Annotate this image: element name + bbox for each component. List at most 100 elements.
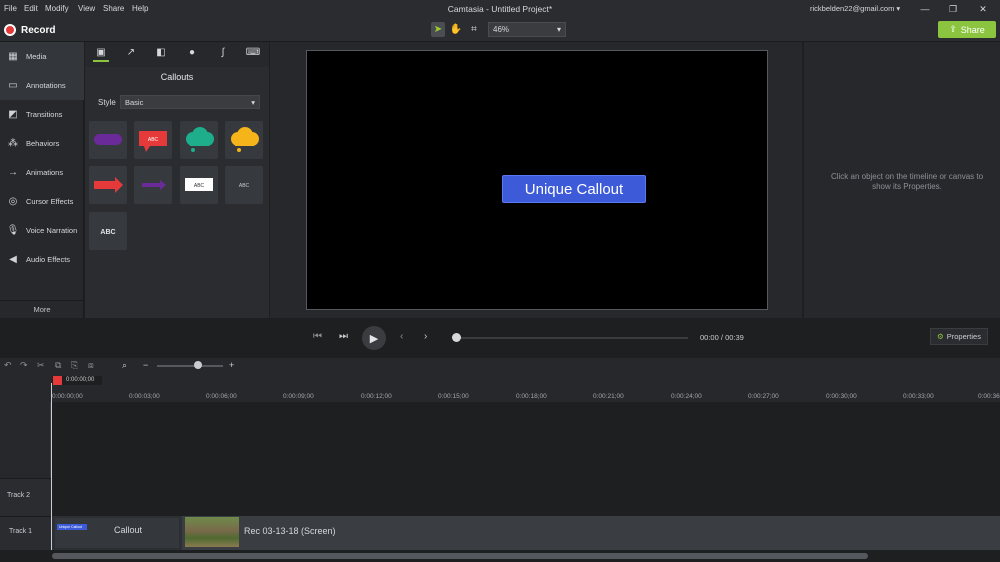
split-icon[interactable]: ⧈: [88, 360, 94, 371]
sidebar-item-annotations[interactable]: ▭ Annotations: [0, 71, 84, 100]
record-label: Record: [21, 24, 56, 36]
screen-clip-label: Rec 03-13-18 (Screen): [244, 526, 336, 536]
timeline-scrollbar-thumb[interactable]: [52, 553, 868, 559]
timeline-zoom-knob[interactable]: [194, 361, 202, 369]
callout-thumb-yellow-cloud[interactable]: [225, 121, 263, 159]
magnifier-icon[interactable]: ⌕: [122, 360, 127, 371]
callout-thumb-green-cloud[interactable]: [180, 121, 218, 159]
ruler-tick: 0:00:18;00: [516, 393, 547, 400]
chevron-down-icon: ▾: [896, 4, 901, 13]
callout-thumb-purple-arrow[interactable]: [134, 166, 172, 204]
menu-share[interactable]: Share: [103, 4, 124, 13]
redo-icon[interactable]: ↷: [20, 360, 28, 371]
red-arrow-callout-icon: [94, 177, 123, 193]
callout-thumb-bold-text[interactable]: ABC: [89, 212, 127, 250]
scrub-handle[interactable]: [452, 333, 461, 342]
sidebar-item-label: Annotations: [26, 81, 66, 90]
undo-icon[interactable]: ↶: [4, 360, 12, 371]
chevron-down-icon: ▾: [556, 25, 561, 34]
behaviors-icon: ⁂: [8, 138, 18, 149]
callout-thumb-white-box[interactable]: ABC: [180, 166, 218, 204]
playhead-handle[interactable]: [53, 376, 62, 385]
ruler-tick: 0:00:33;00: [903, 393, 934, 400]
play-icon: ▶: [369, 332, 379, 345]
cut-icon[interactable]: ✂: [37, 360, 45, 371]
sidebar-item-label: Voice Narration: [26, 226, 78, 235]
step-back-icon[interactable]: ⏮: [313, 331, 322, 342]
crop-icon[interactable]: ⌗: [467, 22, 481, 37]
track-1-header[interactable]: Track 1: [0, 516, 51, 550]
close-button[interactable]: ✕: [976, 3, 990, 15]
canvas-zoom-select[interactable]: 46% ▾: [488, 22, 566, 37]
window-title: Camtasia - Untitled Project*: [447, 4, 553, 14]
cursor-effect-icon: ◎: [8, 196, 18, 207]
previous-marker-icon[interactable]: ‹: [400, 331, 403, 342]
microphone-icon: 🎙: [6, 225, 20, 236]
zoom-in-icon[interactable]: +: [229, 360, 234, 370]
next-marker-icon[interactable]: ›: [424, 331, 427, 342]
transition-icon: ◩: [8, 109, 18, 120]
callout-thumb-red-speech[interactable]: ABC: [134, 121, 172, 159]
shape-tab-icon[interactable]: ◧: [153, 47, 169, 62]
menu-view[interactable]: View: [78, 4, 95, 13]
timeline-empty-area[interactable]: [51, 402, 1000, 515]
sidebar-item-cursor-effects[interactable]: ◎ Cursor Effects: [0, 187, 84, 216]
callout-sample-text: ABC: [194, 183, 205, 189]
yellow-cloud-callout-icon: [231, 127, 259, 152]
record-button[interactable]: Record: [4, 22, 55, 38]
ruler-tick: 0:00:21;00: [593, 393, 624, 400]
menu-modify[interactable]: Modify: [45, 4, 69, 13]
callout-tab-icon[interactable]: ▣: [93, 47, 109, 62]
callout-thumb-plain-text[interactable]: ABC: [225, 166, 263, 204]
green-cloud-callout-icon: [186, 127, 214, 152]
more-button[interactable]: More: [0, 300, 84, 318]
play-button[interactable]: ▶: [362, 326, 386, 350]
sidebar-item-audio-effects[interactable]: ◀ Audio Effects: [0, 245, 84, 274]
step-forward-icon[interactable]: ⏭: [339, 331, 348, 342]
menu-file[interactable]: File: [4, 4, 17, 13]
keyboard-tab-icon[interactable]: ⌨: [245, 47, 261, 62]
sidebar-item-voice-narration[interactable]: 🎙 Voice Narration: [0, 216, 84, 245]
timeline-ruler[interactable]: 0:00:00;00 0:00:00;00 0:00:03;00 0:00:06…: [0, 374, 1000, 402]
ruler-tick: 0:00:30;00: [826, 393, 857, 400]
ruler-tick: 0:00:36;00: [978, 393, 1000, 400]
ruler-tick: 0:00:24;00: [671, 393, 702, 400]
blur-drop-tab-icon[interactable]: ●: [184, 47, 200, 62]
menu-edit[interactable]: Edit: [24, 4, 38, 13]
hand-pan-icon[interactable]: ✋: [449, 22, 463, 37]
account-email: rickbelden22@gmail.com: [810, 4, 895, 13]
minimize-button[interactable]: —: [918, 3, 932, 15]
video-canvas[interactable]: Unique Callout: [306, 50, 768, 310]
properties-empty-message: Click an object on the timeline or canva…: [830, 172, 984, 191]
track-2-header[interactable]: Track 2: [0, 478, 51, 516]
select-arrow-icon[interactable]: ➤: [431, 22, 445, 37]
callout-thumb-purple-pill[interactable]: [89, 121, 127, 159]
timeline-zoom-slider[interactable]: [157, 365, 223, 367]
sidebar-item-animations[interactable]: → Animations: [0, 158, 84, 187]
track-label: Track 1: [9, 528, 33, 535]
ruler-tick: 0:00:09;00: [283, 393, 314, 400]
arrow-line-tab-icon[interactable]: ↗: [123, 47, 139, 62]
scrub-track[interactable]: [458, 337, 688, 339]
white-box-callout-icon: ABC: [185, 178, 213, 191]
share-icon: ⇪: [949, 24, 957, 34]
maximize-button[interactable]: ❐: [946, 3, 960, 15]
share-button[interactable]: ⇪ Share: [938, 21, 996, 38]
time-separator: /: [720, 333, 723, 342]
share-label: Share: [960, 24, 985, 35]
copy-icon[interactable]: ⧉: [55, 360, 61, 371]
style-dropdown[interactable]: Basic ▾: [120, 95, 260, 109]
sidebar-item-transitions[interactable]: ◩ Transitions: [0, 100, 84, 129]
account-menu[interactable]: rickbelden22@gmail.com ▾: [810, 4, 900, 13]
sidebar-item-behaviors[interactable]: ⁂ Behaviors: [0, 129, 84, 158]
menu-help[interactable]: Help: [132, 4, 148, 13]
properties-button[interactable]: ⚙ Properties: [930, 328, 988, 345]
record-icon: [4, 24, 16, 36]
sketch-motion-tab-icon[interactable]: ∫: [215, 47, 231, 62]
canvas-callout[interactable]: Unique Callout: [502, 175, 646, 203]
zoom-out-icon[interactable]: −: [143, 360, 148, 370]
callout-sample-text: ABC: [148, 137, 159, 143]
sidebar-item-media[interactable]: ▦ Media: [0, 42, 84, 71]
callout-thumb-red-arrow[interactable]: [89, 166, 127, 204]
paste-icon[interactable]: ⎘: [71, 360, 78, 371]
